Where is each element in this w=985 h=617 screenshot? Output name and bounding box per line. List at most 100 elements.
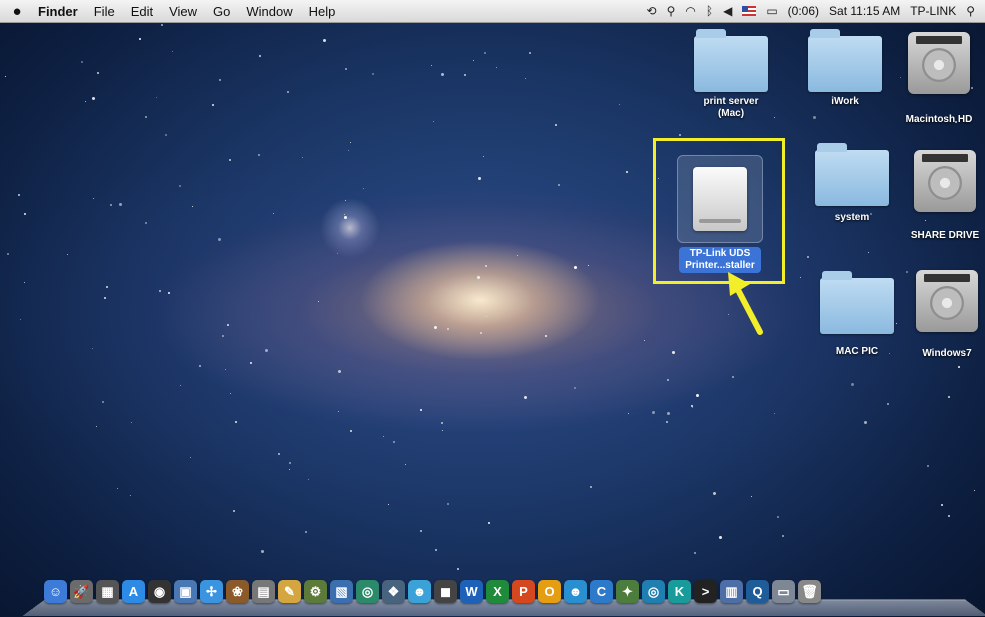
battery-icon[interactable]: ▭	[766, 4, 777, 18]
clock[interactable]: Sat 11:15 AM	[829, 4, 900, 18]
menu-view[interactable]: View	[161, 4, 205, 19]
star	[447, 328, 449, 330]
utility-icon[interactable]: ▥	[720, 580, 743, 603]
bluetooth-icon[interactable]: ᛒ	[706, 4, 713, 18]
star	[67, 254, 68, 255]
desktop-icon-share-drive[interactable]: SHARE DRIVE	[900, 150, 985, 242]
dashboard-icon[interactable]: ◉	[148, 580, 171, 603]
desktop-icon-iwork[interactable]: iWork	[800, 29, 890, 108]
star	[97, 72, 99, 74]
star	[278, 453, 280, 455]
sync-icon[interactable]: ⚲	[667, 4, 676, 18]
star	[229, 159, 231, 161]
menu-file[interactable]: File	[86, 4, 123, 19]
excel-icon[interactable]: X	[486, 580, 509, 603]
image-capture-icon[interactable]: ▤	[252, 580, 275, 603]
star	[212, 104, 214, 106]
photo-icon[interactable]: ❖	[382, 580, 405, 603]
star	[106, 286, 108, 288]
safari-icon[interactable]: ✢	[200, 580, 223, 603]
icon-label: Windows7	[922, 348, 972, 359]
menu-edit[interactable]: Edit	[123, 4, 161, 19]
flag-icon[interactable]	[742, 6, 757, 16]
dock: ☺ 🚀 ▦ A ◉ ▣ ✢ ❀ ▤ ✎ ⚙ ▧ ◎ ❖ ☻ ◼ W X P O ☻ C ✦ ◎ K > ▥ Q ▭ 🗑	[22, 578, 985, 617]
word-icon[interactable]: W	[460, 580, 483, 603]
network-2-icon[interactable]: ◎	[642, 580, 665, 603]
star	[558, 184, 560, 186]
icon-label: iWork	[831, 96, 859, 107]
hard-drive-icon	[908, 32, 970, 94]
quicktime-icon[interactable]: Q	[746, 580, 769, 603]
star	[719, 536, 722, 539]
hard-drive-icon	[914, 150, 976, 212]
star	[525, 78, 526, 79]
battery-time[interactable]: (0:06)	[788, 4, 819, 18]
messenger-icon[interactable]: ☻	[408, 580, 431, 603]
menu-window[interactable]: Window	[238, 4, 300, 19]
star	[393, 441, 395, 443]
star	[235, 421, 237, 423]
star	[265, 349, 268, 352]
volume-icon[interactable]: ◀	[723, 4, 732, 18]
star	[619, 104, 620, 105]
facetime-icon[interactable]: ◼	[434, 580, 457, 603]
messenger-2-icon[interactable]: ☻	[564, 580, 587, 603]
star	[5, 76, 6, 77]
automator-icon[interactable]: ⚙	[304, 580, 327, 603]
trash-icon[interactable]: 🗑	[798, 580, 821, 603]
iphoto-icon[interactable]: ❀	[226, 580, 249, 603]
finder-icon[interactable]: ☺	[44, 580, 67, 603]
downloads-icon[interactable]: ▭	[772, 580, 795, 603]
spotlight-icon[interactable]: ⚲	[966, 4, 975, 18]
desktop-icon-windows7[interactable]: Windows7	[902, 270, 985, 360]
apple-menu-icon[interactable]: ●	[0, 3, 34, 20]
powerpoint-icon[interactable]: P	[512, 580, 535, 603]
star	[941, 504, 943, 506]
iphoto-2-icon[interactable]: ▧	[330, 580, 353, 603]
star	[529, 52, 531, 54]
star	[431, 65, 432, 66]
vnc-icon[interactable]: ✦	[616, 580, 639, 603]
desktop-icon-macintosh-hd[interactable]: Macintosh HD	[894, 32, 984, 126]
menu-go[interactable]: Go	[205, 4, 238, 19]
star	[219, 79, 221, 81]
app-menu-finder[interactable]: Finder	[34, 4, 86, 19]
star	[102, 401, 104, 403]
kindle-icon[interactable]: K	[668, 580, 691, 603]
communicator-icon[interactable]: C	[590, 580, 613, 603]
star	[484, 52, 486, 54]
menu-help[interactable]: Help	[301, 4, 344, 19]
mission-control-icon[interactable]: ▦	[96, 580, 119, 603]
star	[667, 379, 669, 381]
star	[345, 68, 347, 70]
star	[199, 365, 201, 367]
textedit-icon[interactable]: ✎	[278, 580, 301, 603]
folder-icon	[815, 143, 889, 206]
app-store-icon[interactable]: A	[122, 580, 145, 603]
star	[161, 24, 163, 26]
star	[545, 335, 547, 337]
star	[104, 297, 106, 299]
user-name[interactable]: TP-LINK	[910, 4, 956, 18]
network-icon[interactable]: ◎	[356, 580, 379, 603]
desktop-icon-print-server[interactable]: print server (Mac)	[686, 29, 776, 120]
star	[159, 290, 161, 292]
outlook-icon[interactable]: O	[538, 580, 561, 603]
star	[302, 157, 303, 158]
terminal-icon[interactable]: >	[694, 580, 717, 603]
star	[145, 222, 147, 224]
star	[338, 411, 339, 412]
star	[96, 426, 97, 427]
desktop-icon-system[interactable]: system	[807, 143, 897, 224]
star	[588, 265, 589, 266]
star	[363, 188, 364, 189]
desktop-icon-mac-pic[interactable]: MAC PIC	[812, 271, 902, 358]
star	[782, 535, 784, 537]
preview-icon[interactable]: ▣	[174, 580, 197, 603]
star	[323, 39, 326, 42]
star	[20, 319, 21, 320]
star	[130, 495, 131, 496]
timemachine-icon[interactable]: ⟲	[647, 4, 657, 18]
wifi-icon[interactable]: ◠	[685, 4, 695, 18]
launchpad-icon[interactable]: 🚀	[70, 580, 93, 603]
